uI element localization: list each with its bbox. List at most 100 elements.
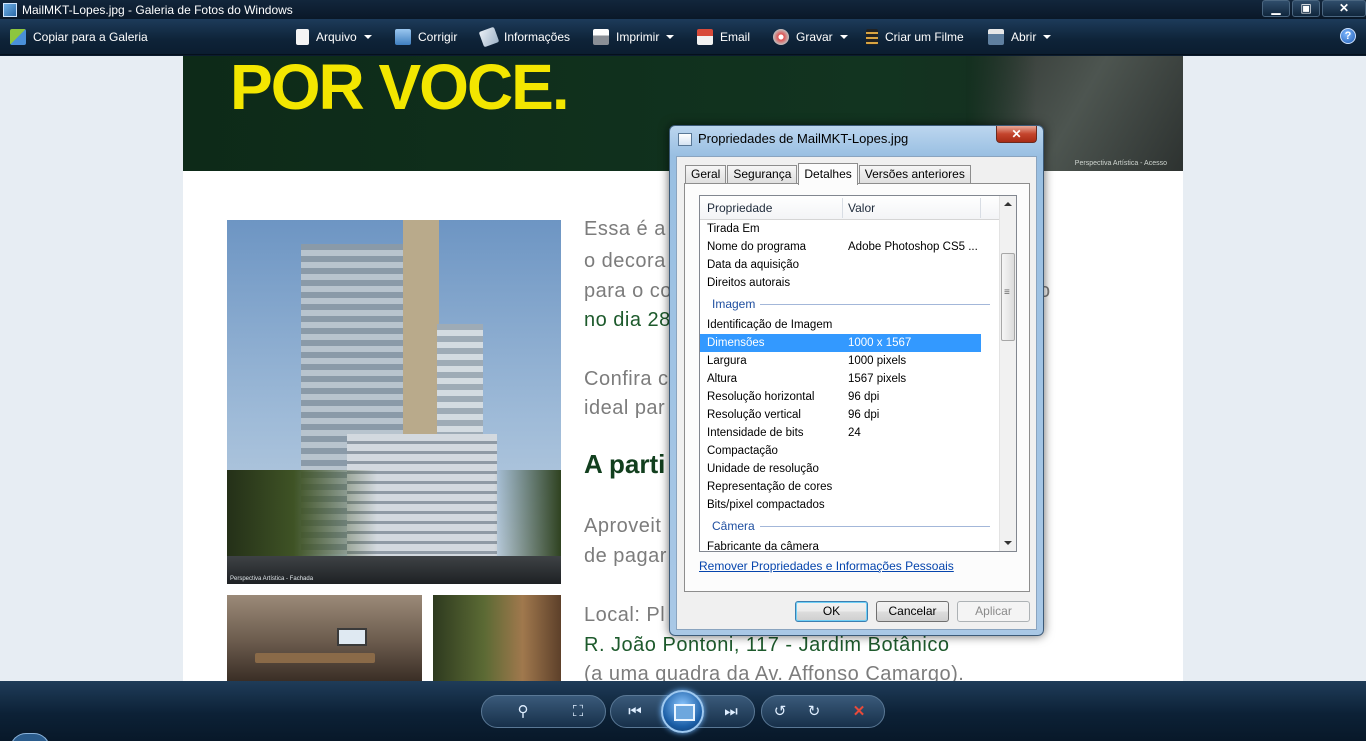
list-scrollbar[interactable]: [999, 196, 1016, 551]
scroll-up-arrow-icon[interactable]: [1004, 202, 1012, 206]
property-name: Altura: [707, 373, 738, 385]
photo-text-line: para o co: [584, 280, 672, 302]
criar-filme-label: Criar um Filme: [885, 30, 964, 44]
minimize-button[interactable]: ▁: [1262, 0, 1290, 17]
property-name: Data da aquisição: [707, 259, 800, 271]
ok-button[interactable]: OK: [795, 601, 868, 622]
photo-gallery-app-icon[interactable]: [3, 2, 17, 17]
property-row[interactable]: Resolução horizontal 96 dpi: [700, 388, 1000, 406]
gravar-menu[interactable]: Gravar: [773, 27, 848, 47]
property-row[interactable]: Dimensões 1000 x 1567: [700, 334, 981, 352]
property-row[interactable]: Identificação de Imagem: [700, 316, 1000, 334]
property-value: 24: [848, 427, 861, 439]
property-row[interactable]: Resolução vertical 96 dpi: [700, 406, 1000, 424]
help-icon[interactable]: ?: [1340, 28, 1356, 44]
property-row[interactable]: Direitos autorais: [700, 274, 1000, 292]
next-icon[interactable]: ⏭: [720, 703, 742, 721]
property-row[interactable]: Data da aquisição: [700, 256, 1000, 274]
criar-filme-button[interactable]: Criar um Filme: [866, 27, 964, 47]
chevron-down-icon: [1043, 35, 1052, 39]
property-name: Identificação de Imagem: [707, 319, 833, 331]
info-tag-icon: [478, 26, 500, 48]
banner-headline: POR VOCE.: [230, 56, 570, 123]
property-row[interactable]: Intensidade de bits 24: [700, 424, 1000, 442]
property-name: Resolução horizontal: [707, 391, 815, 403]
window-title: MailMKT-Lopes.jpg - Galeria de Fotos do …: [22, 2, 293, 17]
email-label: Email: [720, 30, 751, 44]
details-panel: Propriedade Valor Tirada Em Nome do progr…: [684, 183, 1030, 592]
rotate-cw-icon[interactable]: ↻: [803, 703, 825, 721]
property-name: Unidade de resolução: [707, 463, 819, 475]
properties-list[interactable]: Propriedade Valor Tirada Em Nome do progr…: [699, 195, 1017, 552]
cancel-button[interactable]: Cancelar: [876, 601, 949, 622]
building-caption: Perspectiva Artística - Fachada: [230, 576, 314, 582]
property-name: Bits/pixel compactados: [707, 499, 825, 511]
property-name: Representação de cores: [707, 481, 833, 493]
properties-dialog: Propriedades de MailMKT-Lopes.jpg ✕ Gera…: [669, 125, 1044, 636]
column-header-value[interactable]: Valor: [848, 201, 875, 215]
zoom-icon[interactable]: ⚲: [508, 703, 538, 721]
photo-text-line: R. João Pontoni, 117 - Jardim Botânico: [584, 634, 950, 656]
property-row[interactable]: Bits/pixel compactados: [700, 496, 1000, 514]
property-value: 1000 pixels: [848, 355, 907, 367]
photo-text-line: o decora: [584, 250, 666, 272]
property-row[interactable]: Fabricante da câmera: [700, 538, 1000, 551]
property-name: Compactação: [707, 445, 778, 457]
actual-size-icon[interactable]: ⛶: [567, 703, 589, 721]
photo-text-line: no dia 28: [584, 309, 671, 331]
tab-versoes-anteriores[interactable]: Versões anteriores: [858, 165, 971, 184]
arquivo-label: Arquivo: [316, 30, 357, 44]
close-button[interactable]: ✕: [1322, 0, 1366, 17]
abrir-menu[interactable]: Abrir: [988, 27, 1052, 47]
viewer-control-bar: ⚲ ⛶ ⏮ ⏭ ↺ ↻ ✕: [0, 681, 1366, 741]
copy-to-gallery-label: Copiar para a Galeria: [33, 30, 148, 44]
informacoes-button[interactable]: Informações: [478, 26, 570, 48]
open-window-icon: [988, 29, 1004, 45]
arquivo-menu[interactable]: Arquivo: [296, 27, 372, 47]
property-row[interactable]: Largura 1000 pixels: [700, 352, 1000, 370]
email-button[interactable]: Email: [697, 27, 750, 47]
chevron-down-icon: [666, 35, 675, 39]
imprimir-label: Imprimir: [616, 30, 660, 44]
tab-geral[interactable]: Geral: [685, 165, 727, 184]
delete-icon[interactable]: ✕: [848, 703, 870, 721]
email-icon: [697, 29, 713, 45]
scroll-down-arrow-icon[interactable]: [1004, 541, 1012, 545]
property-row[interactable]: Nome do programa Adobe Photoshop CS5 ...: [700, 238, 1000, 256]
dialog-body: Geral Segurança Detalhes Versões anterio…: [676, 156, 1037, 630]
file-properties-icon: [678, 133, 692, 146]
burn-disc-icon: [773, 29, 789, 45]
property-value: 1567 pixels: [848, 373, 907, 385]
property-name: Nome do programa: [707, 241, 807, 253]
property-name: Direitos autorais: [707, 277, 791, 289]
dialog-close-button[interactable]: ✕: [996, 126, 1037, 143]
file-icon: [296, 29, 309, 45]
gravar-label: Gravar: [796, 30, 833, 44]
property-row[interactable]: Compactação: [700, 442, 1000, 460]
property-row[interactable]: Unidade de resolução: [700, 460, 1000, 478]
photo-text-line: Local: Pl: [584, 604, 666, 626]
lobby-image: [433, 595, 561, 681]
property-row[interactable]: Altura 1567 pixels: [700, 370, 1000, 388]
group-label: Câmera: [712, 519, 760, 533]
corrigir-button[interactable]: Corrigir: [395, 27, 457, 47]
rotate-ccw-icon[interactable]: ↺: [769, 703, 791, 721]
group-header-imagem: Imagem: [700, 292, 1000, 316]
scrollbar-thumb[interactable]: [1001, 253, 1015, 341]
restore-button[interactable]: ▣: [1292, 0, 1320, 17]
apply-button[interactable]: Aplicar: [957, 601, 1030, 622]
group-header-camera: Câmera: [700, 514, 1000, 538]
chevron-down-icon: [839, 35, 848, 39]
tab-seguranca[interactable]: Segurança: [727, 165, 798, 184]
title-bar: MailMKT-Lopes.jpg - Galeria de Fotos do …: [0, 0, 1366, 19]
tab-detalhes[interactable]: Detalhes: [798, 163, 858, 185]
remove-properties-link[interactable]: Remover Propriedades e Informações Pesso…: [699, 559, 954, 573]
property-value: 96 dpi: [848, 409, 880, 421]
property-row[interactable]: Representação de cores: [700, 478, 1000, 496]
slideshow-button[interactable]: [661, 690, 704, 733]
previous-icon[interactable]: ⏮: [624, 703, 646, 721]
imprimir-menu[interactable]: Imprimir: [593, 27, 675, 47]
copy-to-gallery-button[interactable]: Copiar para a Galeria: [10, 27, 148, 47]
column-header-property[interactable]: Propriedade: [707, 201, 772, 215]
property-row[interactable]: Tirada Em: [700, 220, 1000, 238]
